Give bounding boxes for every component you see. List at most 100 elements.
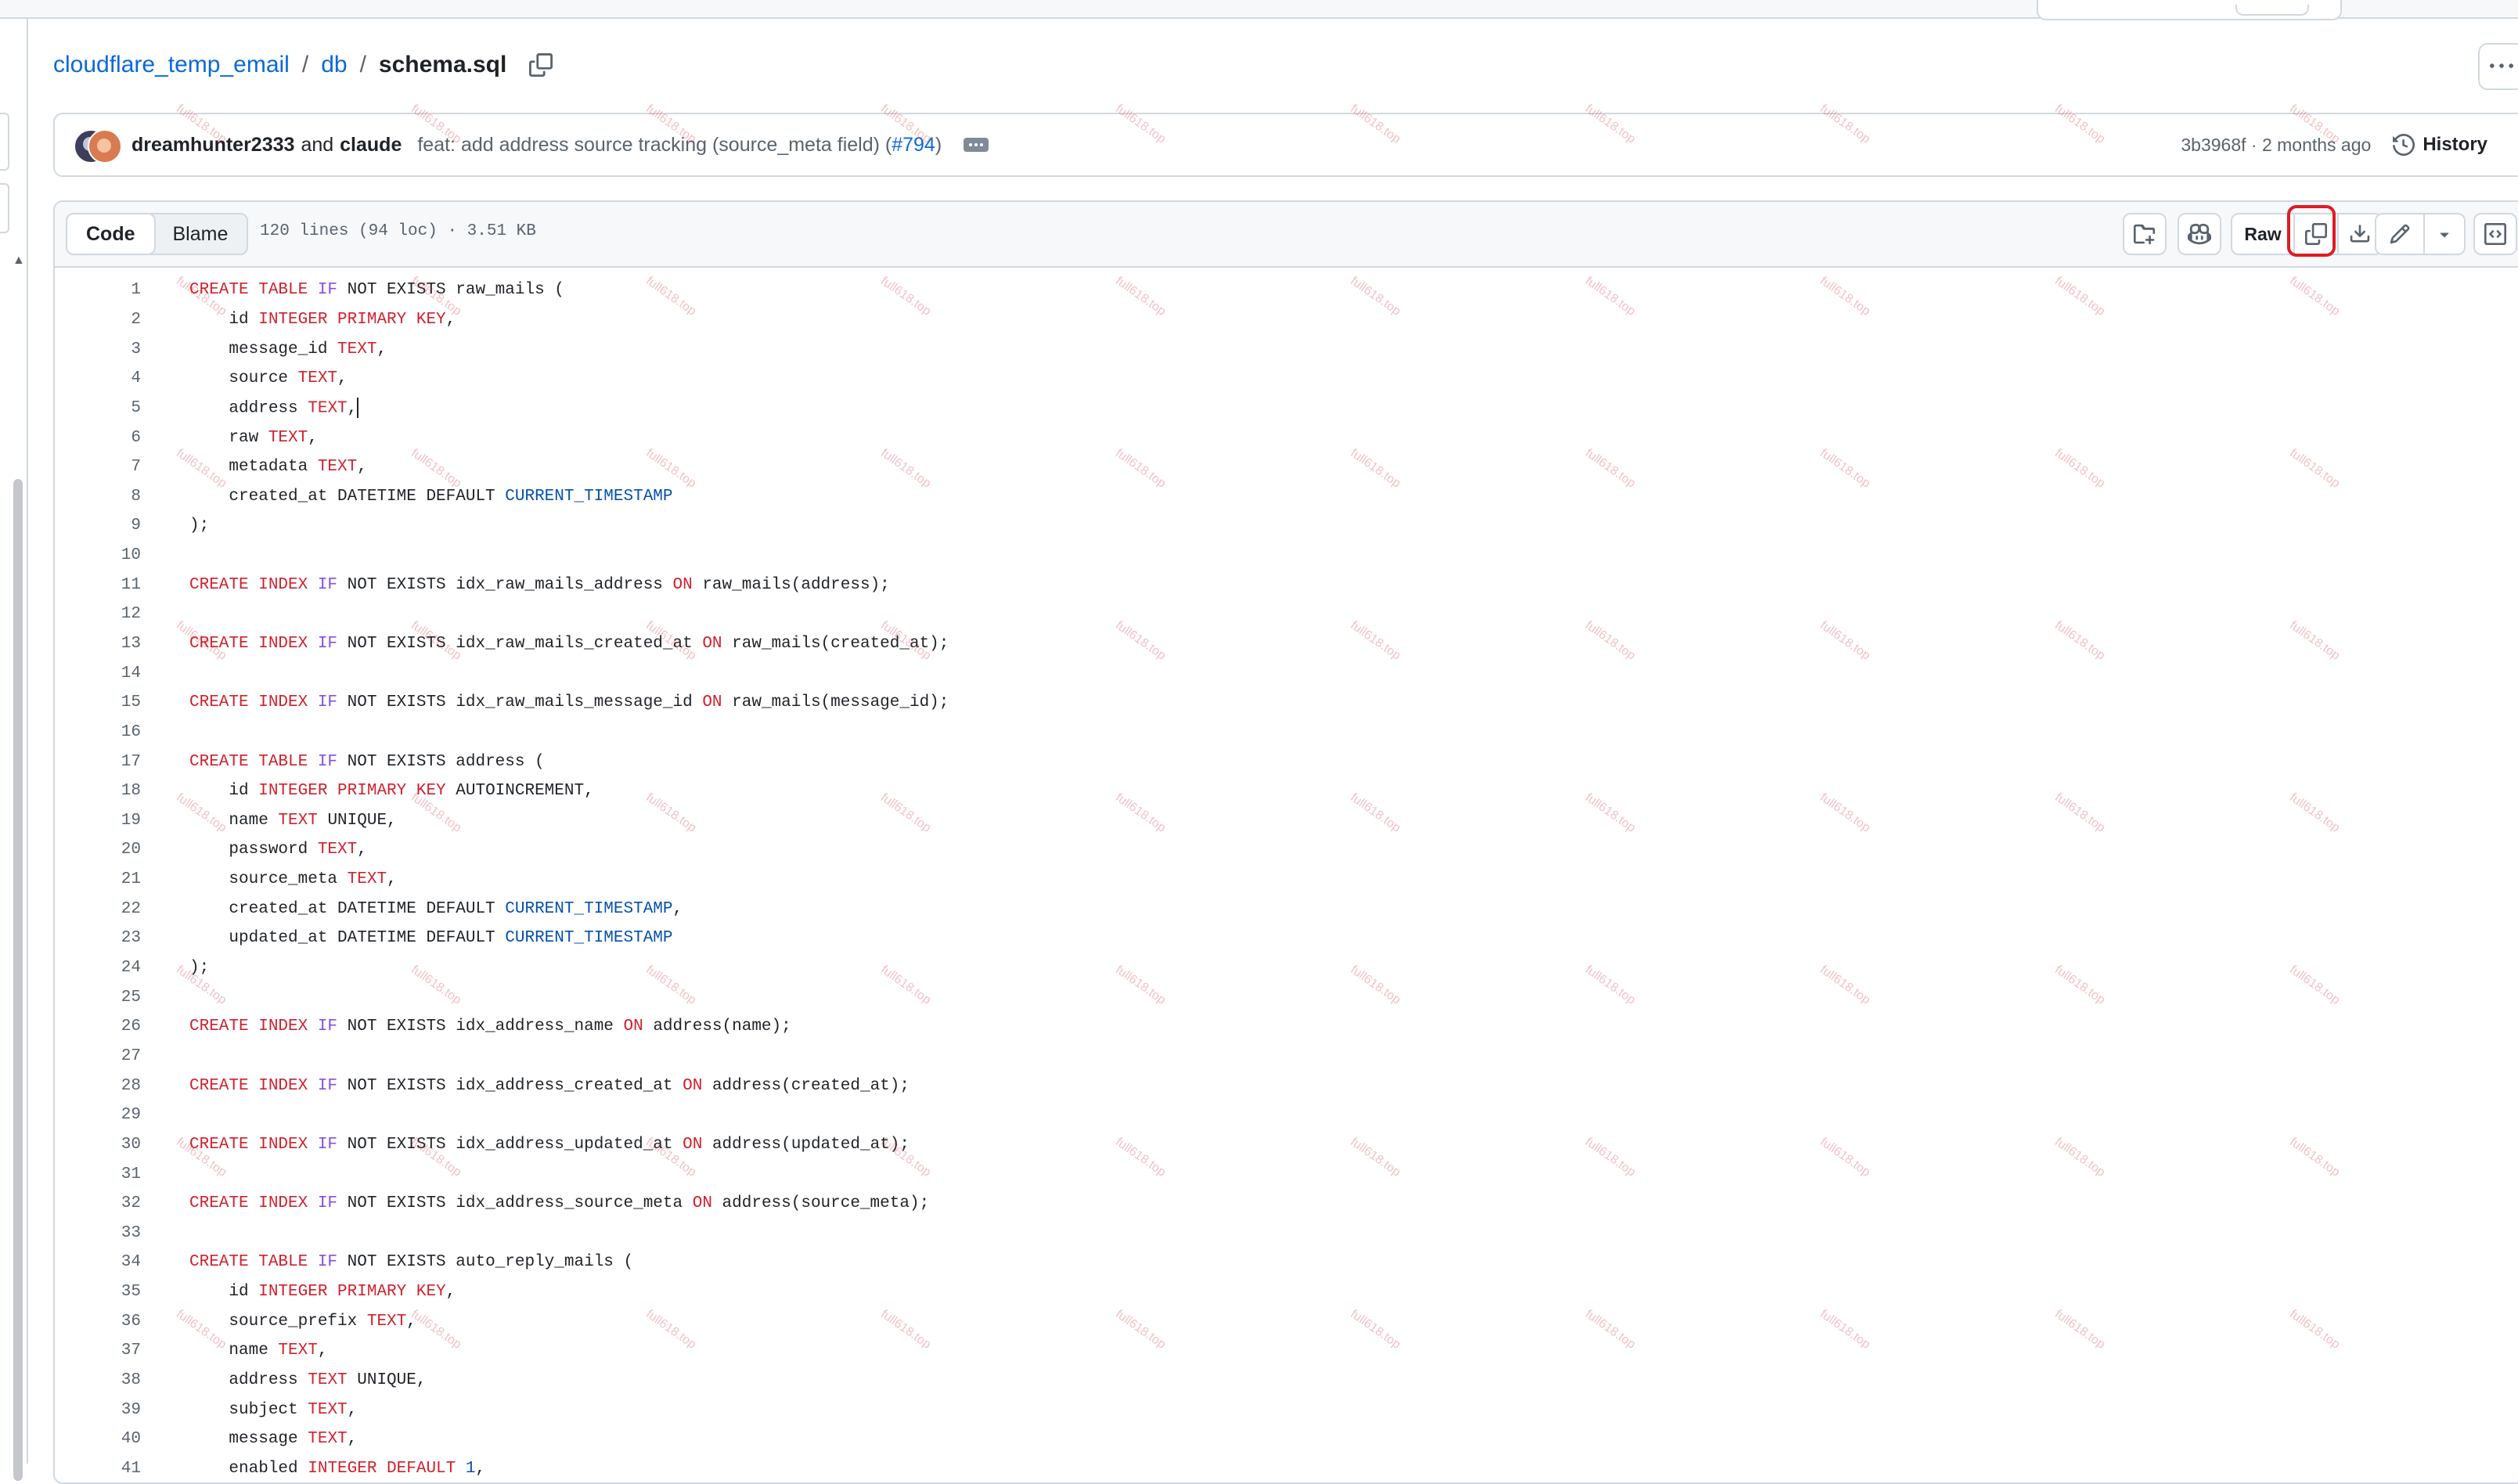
line-number[interactable]: 22 — [55, 900, 189, 918]
avatar[interactable] — [88, 129, 122, 164]
edit-file-button[interactable] — [2376, 214, 2425, 254]
copilot-button[interactable] — [2178, 213, 2221, 255]
code-line[interactable]: 14 — [55, 658, 2518, 688]
line-number[interactable]: 12 — [55, 605, 189, 623]
line-number[interactable]: 27 — [55, 1047, 189, 1065]
line-number[interactable]: 4 — [55, 369, 189, 387]
more-edit-options-button[interactable] — [2425, 214, 2464, 254]
line-number[interactable]: 25 — [55, 989, 189, 1007]
line-number[interactable]: 17 — [55, 753, 189, 771]
line-number[interactable]: 34 — [55, 1253, 189, 1271]
author-link[interactable]: dreamhunter2333 — [131, 134, 294, 156]
author-link[interactable]: claude — [340, 134, 402, 156]
line-number[interactable]: 18 — [55, 782, 189, 800]
line-number[interactable]: 38 — [55, 1371, 189, 1389]
line-number[interactable]: 14 — [55, 665, 189, 683]
commit-message[interactable]: feat: add address source tracking (sourc… — [417, 134, 942, 157]
line-number[interactable]: 5 — [55, 399, 189, 417]
code-line[interactable]: 29 — [55, 1100, 2518, 1130]
copy-path-button[interactable] — [525, 49, 557, 81]
code-line[interactable]: 34 CREATE TABLE IF NOT EXISTS auto_reply_… — [55, 1248, 2518, 1277]
code-line[interactable]: 28 CREATE INDEX IF NOT EXISTS idx_address… — [55, 1071, 2518, 1100]
code-line[interactable]: 15 CREATE INDEX IF NOT EXISTS idx_raw_mai… — [55, 688, 2518, 718]
code-line[interactable]: 35 id INTEGER PRIMARY KEY, — [55, 1277, 2518, 1307]
code-line[interactable]: 24); — [55, 953, 2518, 983]
code-line[interactable]: 30 CREATE INDEX IF NOT EXISTS idx_address… — [55, 1130, 2518, 1160]
code-line[interactable]: 41 enabled INTEGER DEFAULT 1, — [55, 1454, 2518, 1482]
scroll-up-icon[interactable]: ▲ — [13, 254, 25, 268]
line-number[interactable]: 40 — [55, 1430, 189, 1448]
line-number[interactable]: 7 — [55, 458, 189, 476]
more-options-button[interactable] — [2478, 43, 2518, 90]
code-line[interactable]: 7 metadata TEXT, — [55, 452, 2518, 482]
line-number[interactable]: 1 — [55, 281, 189, 299]
line-number[interactable]: 8 — [55, 488, 189, 506]
symbols-panel-button[interactable] — [2473, 213, 2517, 255]
code-line[interactable]: 18 id INTEGER PRIMARY KEY AUTOINCREMENT, — [55, 776, 2518, 806]
history-button[interactable]: History — [2393, 134, 2487, 156]
code-line[interactable]: 23 updated_at DATETIME DEFAULT CURRENT_T… — [55, 924, 2518, 953]
code-line[interactable]: 4 source TEXT, — [55, 364, 2518, 394]
line-number[interactable]: 31 — [55, 1165, 189, 1183]
code-line[interactable]: 37 name TEXT, — [55, 1336, 2518, 1366]
code-line[interactable]: 5 address TEXT, — [55, 394, 2518, 423]
code-line[interactable]: 1 CREATE TABLE IF NOT EXISTS raw_mails ( — [55, 276, 2518, 305]
code-line[interactable]: 21 source_meta TEXT, — [55, 865, 2518, 895]
code-listing[interactable]: 1 CREATE TABLE IF NOT EXISTS raw_mails ( 2… — [55, 276, 2518, 1482]
line-number[interactable]: 15 — [55, 693, 189, 711]
line-number[interactable]: 2 — [55, 311, 189, 329]
line-number[interactable]: 24 — [55, 959, 189, 977]
code-line[interactable]: 10 — [55, 541, 2518, 571]
sidebar-control[interactable] — [0, 113, 9, 171]
line-number[interactable]: 26 — [55, 1018, 189, 1036]
code-line[interactable]: 20 password TEXT, — [55, 835, 2518, 865]
line-number[interactable]: 39 — [55, 1401, 189, 1419]
line-number[interactable]: 41 — [55, 1460, 189, 1478]
sidebar-scrollbar[interactable] — [13, 479, 23, 1481]
avatar-stack[interactable] — [74, 129, 122, 164]
code-line[interactable]: 33 — [55, 1219, 2518, 1248]
code-line[interactable]: 32 CREATE INDEX IF NOT EXISTS idx_address… — [55, 1189, 2518, 1219]
code-line[interactable]: 26 CREATE INDEX IF NOT EXISTS idx_address… — [55, 1012, 2518, 1042]
line-number[interactable]: 29 — [55, 1106, 189, 1124]
line-number[interactable]: 21 — [55, 870, 189, 888]
code-line[interactable]: 13 CREATE INDEX IF NOT EXISTS idx_raw_mai… — [55, 629, 2518, 659]
add-to-folder-button[interactable] — [2123, 213, 2167, 255]
code-line[interactable]: 40 message TEXT, — [55, 1425, 2518, 1454]
line-number[interactable]: 3 — [55, 340, 189, 358]
pull-request-link[interactable]: #794 — [892, 134, 935, 156]
tab-code[interactable]: Code — [66, 213, 156, 255]
code-line[interactable]: 31 — [55, 1159, 2518, 1189]
line-number[interactable]: 10 — [55, 546, 189, 564]
code-line[interactable]: 38 address TEXT UNIQUE, — [55, 1366, 2518, 1396]
line-number[interactable]: 6 — [55, 429, 189, 447]
line-number[interactable]: 9 — [55, 517, 189, 535]
copy-raw-file-button[interactable] — [2287, 205, 2339, 257]
breadcrumb-folder-link[interactable]: db — [321, 52, 347, 78]
code-line[interactable]: 3 message_id TEXT, — [55, 334, 2518, 364]
code-line[interactable]: 17 CREATE TABLE IF NOT EXISTS address ( — [55, 747, 2518, 776]
tab-blame[interactable]: Blame — [154, 214, 247, 254]
breadcrumb-repo-link[interactable]: cloudflare_temp_email — [53, 52, 290, 78]
code-line[interactable]: 8 created_at DATETIME DEFAULT CURRENT_TI… — [55, 481, 2518, 511]
line-number[interactable]: 11 — [55, 576, 189, 594]
code-line[interactable]: 9); — [55, 511, 2518, 541]
commit-sha-and-time[interactable]: 3b3968f · 2 months ago — [2181, 135, 2371, 156]
line-number[interactable]: 32 — [55, 1194, 189, 1212]
code-line[interactable]: 22 created_at DATETIME DEFAULT CURRENT_T… — [55, 894, 2518, 924]
line-number[interactable]: 37 — [55, 1342, 189, 1360]
popup-button-edge[interactable] — [2235, 5, 2309, 16]
line-number[interactable]: 23 — [55, 929, 189, 947]
line-number[interactable]: 20 — [55, 841, 189, 859]
code-line[interactable]: 25 — [55, 982, 2518, 1012]
line-number[interactable]: 28 — [55, 1077, 189, 1095]
code-line[interactable]: 39 subject TEXT, — [55, 1395, 2518, 1425]
line-number[interactable]: 13 — [55, 635, 189, 653]
line-number[interactable]: 36 — [55, 1313, 189, 1331]
line-number[interactable]: 30 — [55, 1136, 189, 1154]
commit-message-text[interactable]: feat: add address source tracking (sourc… — [417, 134, 892, 156]
code-line[interactable]: 12 — [55, 600, 2518, 629]
line-number[interactable]: 19 — [55, 812, 189, 830]
code-line[interactable]: 6 raw TEXT, — [55, 423, 2518, 452]
raw-button[interactable]: Raw — [2232, 214, 2295, 254]
